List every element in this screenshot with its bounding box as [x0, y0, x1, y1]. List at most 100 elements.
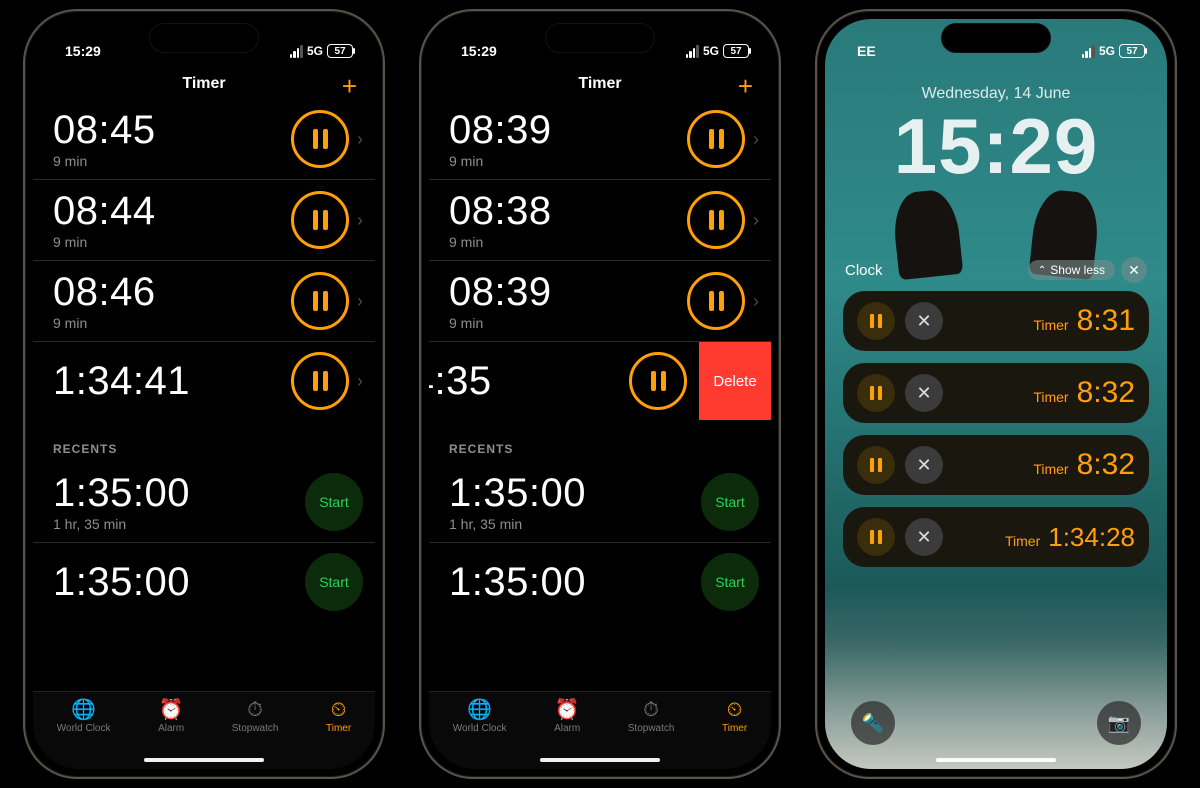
live-activity-item[interactable]: ✕ Timer8:31 — [843, 291, 1149, 351]
timer-row[interactable]: 08:44 9 min › — [33, 179, 375, 260]
home-indicator[interactable] — [540, 758, 660, 762]
status-right: 5G 57 — [686, 44, 749, 58]
chevron-right-icon[interactable]: › — [357, 371, 363, 392]
pause-button[interactable] — [291, 352, 349, 410]
recent-row[interactable]: 1:35:00 Start — [429, 542, 771, 621]
timer-duration: 9 min — [53, 315, 156, 331]
globe-icon: 🌐 — [71, 700, 96, 720]
camera-button[interactable]: 📷 — [1097, 701, 1141, 745]
active-timers-list: 08:45 9 min › 08:44 9 min › — [33, 99, 375, 420]
live-activity-item[interactable]: ✕ Timer8:32 — [843, 363, 1149, 423]
timer-row[interactable]: 08:46 9 min › — [33, 260, 375, 341]
recent-row[interactable]: 1:35:00 1 hr, 35 min Start — [429, 462, 771, 542]
pause-button[interactable] — [687, 191, 745, 249]
pause-icon — [313, 291, 328, 311]
pause-icon — [313, 129, 328, 149]
timer-remaining: 08:44 — [53, 190, 156, 232]
stopwatch-icon: ⏱ — [247, 700, 263, 720]
live-activity-item[interactable]: ✕ Timer1:34:28 — [843, 507, 1149, 567]
chevron-right-icon[interactable]: › — [753, 291, 759, 312]
phone-frame: 15:29 5G 57 Timer + 08:45 9 min — [23, 9, 385, 779]
pause-button[interactable] — [857, 374, 895, 412]
flashlight-button[interactable]: 🔦 — [851, 701, 895, 745]
tab-alarm[interactable]: ⏰Alarm — [158, 700, 184, 734]
recent-row[interactable]: 1:35:00 1 hr, 35 min Start — [33, 462, 375, 542]
tab-stopwatch[interactable]: ⏱Stopwatch — [232, 700, 279, 734]
close-icon: ✕ — [916, 527, 931, 548]
dismiss-button[interactable]: ✕ — [1121, 257, 1147, 283]
delete-button[interactable]: Delete — [699, 342, 771, 420]
timer-remaining: 34:35 — [429, 360, 492, 402]
pause-button[interactable] — [687, 272, 745, 330]
home-indicator[interactable] — [936, 758, 1056, 762]
pause-button[interactable] — [857, 446, 895, 484]
signal-icon — [1082, 45, 1095, 58]
pause-button[interactable] — [629, 352, 687, 410]
recent-row[interactable]: 1:35:00 Start — [33, 542, 375, 621]
timer-remaining: 08:45 — [53, 109, 156, 151]
timer-duration: 9 min — [449, 315, 552, 331]
alarm-icon: ⏰ — [555, 700, 580, 720]
battery-icon: 57 — [723, 44, 749, 58]
recent-duration: 1 hr, 35 min — [449, 516, 586, 532]
start-button[interactable]: Start — [305, 473, 363, 531]
timer-remaining: 08:46 — [53, 271, 156, 313]
add-timer-button[interactable]: + — [738, 71, 753, 102]
timer-row[interactable]: 08:38 9 min › — [429, 179, 771, 260]
recent-time: 1:35:00 — [449, 561, 586, 603]
cancel-button[interactable]: ✕ — [905, 518, 943, 556]
timer-row-swiped[interactable]: 34:35 › Delete — [429, 341, 771, 420]
pause-icon — [709, 129, 724, 149]
tab-alarm[interactable]: ⏰Alarm — [554, 700, 580, 734]
pause-button[interactable] — [857, 302, 895, 340]
chevron-right-icon[interactable]: › — [357, 210, 363, 231]
start-button[interactable]: Start — [701, 473, 759, 531]
timer-row[interactable]: 08:39 9 min › — [429, 260, 771, 341]
pause-icon — [870, 530, 882, 544]
chevron-right-icon[interactable]: › — [753, 210, 759, 231]
live-activity-item[interactable]: ✕ Timer8:32 — [843, 435, 1149, 495]
cancel-button[interactable]: ✕ — [905, 374, 943, 412]
pause-button[interactable] — [687, 110, 745, 168]
start-button[interactable]: Start — [305, 553, 363, 611]
live-activities-list: ✕ Timer8:31 ✕ Timer8:32 ✕ Timer8:32 ✕ Ti… — [843, 291, 1149, 567]
tab-timer[interactable]: ⏲Timer — [722, 700, 747, 734]
camera-icon: 📷 — [1108, 713, 1130, 734]
tab-timer[interactable]: ⏲Timer — [326, 700, 351, 734]
timer-row[interactable]: 1:34:41 › — [33, 341, 375, 420]
timer-row[interactable]: 08:39 9 min › — [429, 99, 771, 179]
chevron-right-icon[interactable]: › — [753, 129, 759, 150]
tab-world-clock[interactable]: 🌐World Clock — [453, 700, 507, 734]
pause-button[interactable] — [291, 191, 349, 249]
start-button[interactable]: Start — [701, 553, 759, 611]
timer-icon: ⏲ — [331, 700, 347, 720]
pause-icon — [709, 291, 724, 311]
chevron-right-icon[interactable]: › — [357, 291, 363, 312]
cancel-button[interactable]: ✕ — [905, 302, 943, 340]
live-activity-header: Clock ⌃ Show less ✕ — [845, 257, 1147, 283]
timer-duration: 9 min — [53, 153, 156, 169]
lock-clock: Wednesday, 14 June 15:29 — [825, 85, 1167, 185]
network-label: 5G — [307, 44, 323, 58]
chevron-right-icon[interactable]: › — [357, 129, 363, 150]
lock-screen: EE 5G 57 Wednesday, 14 June 15:29 Clock — [825, 19, 1167, 769]
carrier-label: EE — [857, 43, 876, 59]
timer-remaining: 08:39 — [449, 109, 552, 151]
tab-stopwatch[interactable]: ⏱Stopwatch — [628, 700, 675, 734]
cancel-button[interactable]: ✕ — [905, 446, 943, 484]
pause-button[interactable] — [291, 110, 349, 168]
pause-button[interactable] — [857, 518, 895, 556]
show-less-button[interactable]: ⌃ Show less — [1028, 260, 1115, 280]
pause-icon — [709, 210, 724, 230]
home-indicator[interactable] — [144, 758, 264, 762]
add-timer-button[interactable]: + — [342, 71, 357, 102]
screen: 15:29 5G 57 Timer + 08:45 9 min — [33, 19, 375, 769]
timer-duration: 9 min — [449, 153, 552, 169]
recent-time: 1:35:00 — [449, 472, 586, 514]
tab-world-clock[interactable]: 🌐World Clock — [57, 700, 111, 734]
timer-duration: 9 min — [53, 234, 156, 250]
pause-button[interactable] — [291, 272, 349, 330]
timer-row[interactable]: 08:45 9 min › — [33, 99, 375, 179]
phone-frame: 15:29 5G 57 Timer + 08:39 9 min — [419, 9, 781, 779]
navbar: Timer + — [33, 69, 375, 99]
